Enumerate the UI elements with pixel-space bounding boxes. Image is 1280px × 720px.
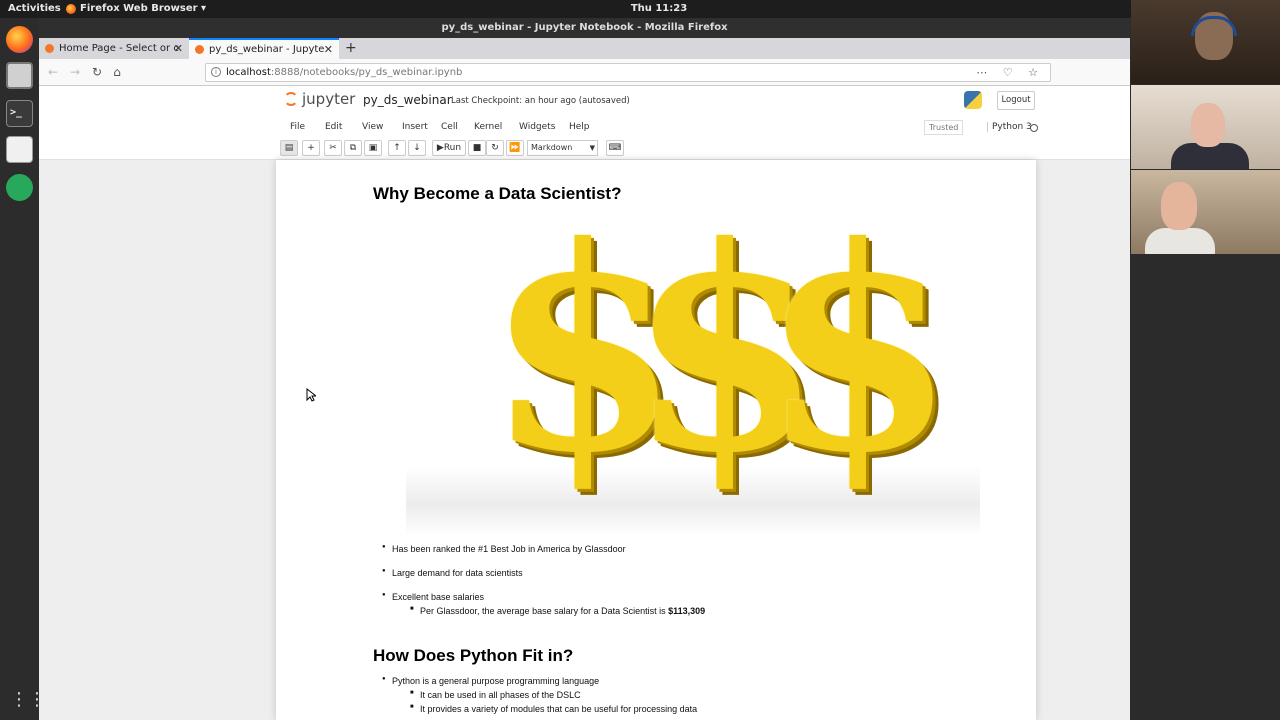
jupyter-logo[interactable]: jupyter [284,90,355,108]
firefox-window: py_ds_webinar - Jupyter Notebook - Mozil… [39,18,1130,720]
save-icon[interactable]: ▤ [280,140,298,156]
gnome-top-bar: Activities Firefox Web Browser ▾ Thu 11:… [0,0,1280,18]
jupyter-content: jupyter py_ds_webinar Last Checkpoint: a… [39,86,1130,720]
checkpoint-status: Last Checkpoint: an hour ago (autosaved) [451,96,630,106]
menu-help[interactable]: Help [569,122,590,132]
jupyter-favicon-icon [45,44,54,53]
reload-icon[interactable]: ↻ [89,64,105,80]
home-icon[interactable]: ⌂ [109,64,125,80]
jupyter-menubar: File Edit View Insert Cell Kernel Widget… [284,118,1038,138]
firefox-icon [66,3,76,14]
url-host: localhost [226,67,271,78]
run-button[interactable]: ▶︎Run [432,140,466,156]
menu-view[interactable]: View [362,122,383,132]
new-tab-icon[interactable]: + [345,38,357,58]
cell-type-select[interactable]: Markdown ▼ [527,140,598,156]
restart-icon[interactable]: ↻ [486,140,504,156]
jupyter-header: jupyter py_ds_webinar Last Checkpoint: a… [39,86,1130,160]
video-participant-2[interactable] [1131,85,1280,169]
list-item: Python is a general purpose programming … [382,676,697,714]
jupyter-favicon-icon [195,45,204,54]
clock[interactable]: Thu 11:23 [624,3,694,14]
files-icon[interactable] [6,62,33,89]
copy-icon[interactable]: ⧉ [344,140,362,156]
close-icon[interactable]: ✕ [324,40,333,59]
text-editor-icon[interactable] [6,136,33,163]
tab-notebook[interactable]: py_ds_webinar - Jupyte ✕ [189,38,339,59]
list-item-text: Python is a general purpose programming … [392,676,600,686]
chevron-down-icon: ▼ [589,144,595,152]
dock: >_ ⋮⋮⋮ [0,18,64,720]
site-info-icon[interactable]: i [211,67,221,77]
notebook-name[interactable]: py_ds_webinar [363,93,452,107]
run-label: Run [443,143,462,153]
menu-cell[interactable]: Cell [441,122,458,132]
kernel-idle-icon [1030,124,1038,132]
move-up-icon[interactable]: ↑ [388,140,406,156]
run-icon: ▶︎ [436,143,444,153]
python-sublist: It can be used in all phases of the DSLC… [392,690,697,714]
salary-value: $113,309 [668,606,706,616]
heading-python-fit: How Does Python Fit in? [373,646,574,665]
menu-file[interactable]: File [290,122,305,132]
keyboard-icon[interactable]: ⌨ [606,140,624,156]
cell-type-value: Markdown [531,143,573,152]
menu-edit[interactable]: Edit [325,122,342,132]
list-item: Excellent base salaries Per Glassdoor, t… [382,592,705,616]
paste-icon[interactable]: ▣ [364,140,382,156]
mouse-cursor-icon [306,388,316,402]
list-item: It can be used in all phases of the DSLC [410,690,697,700]
atom-editor-icon[interactable] [6,174,33,201]
show-applications-icon[interactable]: ⋮⋮⋮ [10,690,64,710]
video-participant-3[interactable] [1131,170,1280,254]
list-item-text: Excellent base salaries [392,592,485,602]
tab-strip: Home Page - Select or c ✕ py_ds_webinar … [39,38,1130,59]
jupyter-logo-text: jupyter [302,90,356,108]
stop-icon[interactable]: ■ [468,140,486,156]
list-item: It provides a variety of modules that ca… [410,704,697,714]
restart-run-all-icon[interactable]: ⏩ [506,140,524,156]
logout-button[interactable]: Logout [997,91,1035,110]
menu-widgets[interactable]: Widgets [519,122,555,132]
trusted-badge[interactable]: Trusted [924,120,964,135]
participant-avatar [1191,103,1225,147]
tab-home-page[interactable]: Home Page - Select or c ✕ [39,38,189,59]
cut-icon[interactable]: ✂ [324,140,342,156]
close-icon[interactable]: ✕ [174,38,183,59]
python-list: Python is a general purpose programming … [382,676,697,714]
move-down-icon[interactable]: ↓ [408,140,426,156]
menu-insert[interactable]: Insert [402,122,428,132]
terminal-icon[interactable]: >_ [6,100,33,127]
salary-sublist: Per Glassdoor, the average base salary f… [392,606,705,616]
dollar-glyph: $ [761,186,956,515]
list-item: Has been ranked the #1 Best Job in Ameri… [382,544,705,554]
url-path: :8888/notebooks/py_ds_webinar.ipynb [270,67,463,78]
participant-avatar [1161,182,1197,230]
page-actions-icon[interactable]: ⋯ ♡ ☆ [976,64,1044,81]
video-participant-1[interactable] [1131,0,1280,84]
nav-bar: ← → ↻ ⌂ i localhost:8888/notebooks/py_ds… [39,59,1130,86]
url-bar[interactable]: i localhost:8888/notebooks/py_ds_webinar… [205,63,1051,82]
reasons-list: Has been ranked the #1 Best Job in Ameri… [382,544,705,616]
list-item: Per Glassdoor, the average base salary f… [410,606,705,616]
tab-label: Home Page - Select or c [59,43,179,54]
window-title: py_ds_webinar - Jupyter Notebook - Mozil… [39,18,1130,38]
python-logo-icon [964,91,982,109]
activities-button[interactable]: Activities [8,3,61,14]
tab-label: py_ds_webinar - Jupyte [209,44,325,55]
dollar-signs-image: $ $ $ [406,206,980,536]
menu-kernel[interactable]: Kernel [474,122,502,132]
firefox-icon[interactable] [6,26,33,53]
notebook-page: Why Become a Data Scientist? $ $ $ Has b… [276,160,1036,720]
add-cell-icon[interactable]: + [302,140,320,156]
app-menu-label: Firefox Web Browser ▾ [80,3,207,14]
back-arrow-icon[interactable]: ← [45,64,61,80]
jupyter-logo-icon [284,92,298,106]
participant-body [1145,228,1215,254]
kernel-name: Python 3 [987,122,1032,132]
list-item: Large demand for data scientists [382,568,705,578]
app-menu[interactable]: Firefox Web Browser ▾ [66,3,206,14]
forward-arrow-icon[interactable]: → [67,64,83,80]
salary-text: Per Glassdoor, the average base salary f… [420,606,669,616]
